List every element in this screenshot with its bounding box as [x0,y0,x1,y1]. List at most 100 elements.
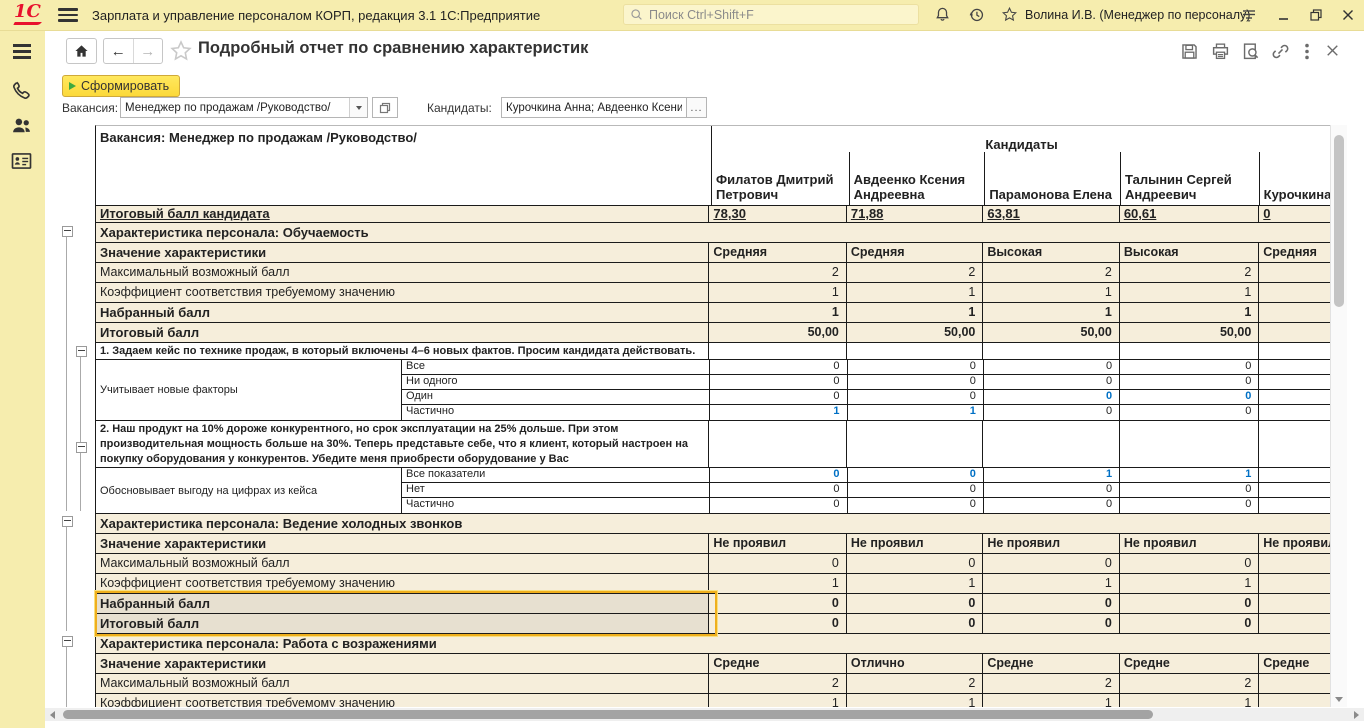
report-cell[interactable] [1258,323,1330,342]
report-cell[interactable] [1258,375,1330,389]
phone-icon[interactable] [11,80,33,102]
report-cell[interactable]: 2 [982,674,1118,693]
report-cell[interactable]: 0 [708,594,845,613]
report-cell[interactable]: 0 [1119,483,1258,497]
report-cell[interactable]: 0 [982,498,1119,513]
answer-label[interactable]: Ни одного [401,375,709,389]
report-cell[interactable]: 1 [709,405,846,420]
row-label[interactable]: Максимальный возможный балл [96,674,708,693]
report-cell[interactable]: 50,00 [982,323,1118,342]
report-cell[interactable]: 1 [845,283,982,302]
notifications-bell-icon[interactable] [934,6,952,24]
search-input[interactable] [647,6,912,23]
minimize-button[interactable] [1276,7,1292,23]
report-cell[interactable]: Средняя [708,243,845,262]
report-cell[interactable] [1258,614,1330,633]
report-cell[interactable]: Высокая [982,243,1118,262]
report-cell[interactable] [982,343,1119,359]
report-cell[interactable]: Отлично [845,654,982,673]
report-cell[interactable]: 0 [1119,405,1258,420]
report-cell[interactable]: 0 [846,360,983,374]
main-menu-icon[interactable] [58,8,78,22]
answer-label[interactable]: Все показатели [401,468,709,482]
global-search[interactable] [623,4,919,25]
vacancy-header-cell[interactable]: Вакансия: Менеджер по продажам /Руководс… [96,126,711,205]
vacancy-open-button[interactable] [372,97,398,118]
report-cell[interactable]: 50,00 [708,323,845,342]
favorites-star-icon[interactable] [1001,6,1019,24]
report-cell[interactable]: 0 [982,390,1119,404]
criterion-label[interactable]: Обосновывает выгоду на цифрах из кейса [96,468,401,513]
row-label[interactable]: Коэффициент соответствия требуемому знач… [96,694,708,707]
report-cell[interactable]: Средне [982,654,1118,673]
report-cell[interactable] [1258,303,1330,322]
answer-label[interactable]: Один [401,390,709,404]
report-cell[interactable]: 1 [708,283,845,302]
scroll-down-arrow[interactable] [1335,697,1343,702]
report-cell[interactable] [1258,390,1330,404]
report-cell[interactable] [1258,360,1330,374]
report-cell[interactable]: 60,61 [1118,206,1258,222]
report-cell[interactable]: 0 [846,375,983,389]
report-cell[interactable]: 0 [982,554,1118,573]
collapse-toggle[interactable] [76,442,87,453]
report-cell[interactable]: 0 [709,360,846,374]
favorite-star-icon[interactable] [169,39,193,63]
report-cell[interactable] [1118,421,1259,467]
vertical-scrollbar[interactable] [1330,125,1347,707]
report-cell[interactable]: 0 [708,554,845,573]
report-cell[interactable]: Высокая [1118,243,1258,262]
report-cell[interactable] [1258,498,1330,513]
row-label[interactable]: Максимальный возможный балл [96,554,708,573]
report-cell[interactable]: 0 [845,614,982,633]
report-cell[interactable]: 2 [982,263,1118,282]
report-cell[interactable]: 0 [1118,614,1258,633]
report-cell[interactable]: 1 [1118,694,1258,707]
report-cell[interactable] [1258,674,1330,693]
scroll-left-arrow[interactable] [50,711,55,719]
report-cell[interactable]: 78,30 [708,206,845,222]
candidate-name[interactable]: Парамонова Елена [984,152,1120,205]
generate-button[interactable]: Сформировать [62,75,181,97]
service-menu-icon[interactable] [1241,7,1259,25]
report-cell[interactable]: 0 [708,614,845,633]
horizontal-scrollbar-thumb[interactable] [63,710,1153,719]
candidates-input[interactable] [502,98,686,117]
candidate-name[interactable]: Курочкина [1258,152,1330,205]
report-cell[interactable]: 0 [845,554,982,573]
report-cell[interactable]: 1 [708,574,845,593]
row-label[interactable]: Максимальный возможный балл [96,263,708,282]
collapse-toggle[interactable] [62,226,73,237]
row-label[interactable]: Коэффициент соответствия требуемому знач… [96,574,708,593]
report-cell[interactable]: 1 [1118,303,1258,322]
report-cell[interactable]: 0 [1119,375,1258,389]
report-cell[interactable]: 0 [982,483,1119,497]
report-cell[interactable]: 1 [982,468,1119,482]
horizontal-scrollbar[interactable] [45,708,1364,721]
report-cell[interactable] [845,421,983,467]
section-label[interactable]: Характеристика персонала: Ведение холодн… [96,514,1330,533]
report-cell[interactable]: 50,00 [1118,323,1258,342]
report-cell[interactable] [1258,594,1330,613]
report-cell[interactable]: Не проявил [845,534,982,553]
close-report-icon[interactable] [1324,42,1343,61]
report-cell[interactable]: 1 [845,574,982,593]
report-cell[interactable]: Не проявил [708,534,845,553]
question-label[interactable]: 1. Задаем кейс по технике продаж, в кото… [96,343,708,359]
report-cell[interactable]: Средне [1258,654,1330,673]
vacancy-dropdown-button[interactable] [349,98,367,117]
report-cell[interactable] [845,343,983,359]
print-icon[interactable] [1211,42,1230,61]
report-cell[interactable]: Средняя [1258,243,1330,262]
report-cell[interactable]: 1 [846,405,983,420]
row-label[interactable]: Итоговый балл [96,323,708,342]
report-cell[interactable]: 71,88 [845,206,982,222]
home-button[interactable] [66,38,97,64]
more-actions-icon[interactable] [1301,42,1313,61]
sections-menu-icon[interactable] [11,43,33,65]
restore-button[interactable] [1308,7,1324,23]
employees-icon[interactable] [11,116,33,138]
report-cell[interactable]: 2 [1118,263,1258,282]
report-cell[interactable]: 0 [982,360,1119,374]
back-button[interactable]: ← [104,39,134,63]
